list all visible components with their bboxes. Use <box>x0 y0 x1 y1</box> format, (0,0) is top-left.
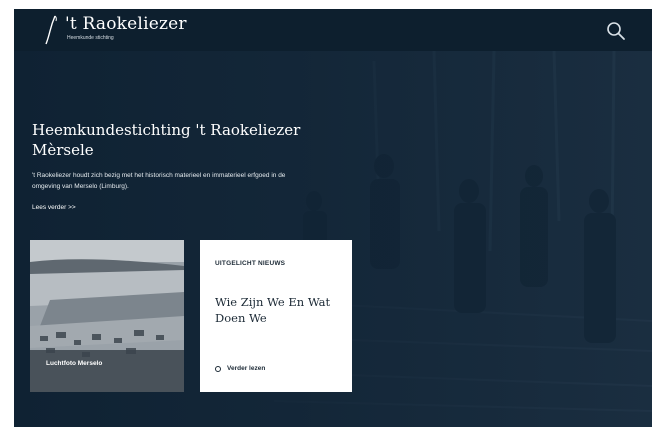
featured-news-card: UITGELICHT NIEUWS Wie Zijn We En Wat Doe… <box>200 240 352 392</box>
read-more-news-link[interactable]: Verder lezen <box>215 365 265 372</box>
logo-mark-icon <box>45 15 57 45</box>
aerial-photo-image <box>30 240 184 392</box>
featured-news-title[interactable]: Wie Zijn We En Wat Doen We <box>215 294 345 326</box>
search-icon[interactable] <box>606 21 626 41</box>
read-more-news-label: Verder lezen <box>227 365 266 372</box>
hero-heading-line2: Mèrsele <box>32 141 94 159</box>
bottom-notch <box>318 428 356 434</box>
circle-bullet-icon <box>215 365 221 372</box>
page-frame: 't Raokeliezer Heemkunde stichting Heemk… <box>14 9 652 427</box>
aerial-photo-card[interactable]: Luchtfoto Merselo <box>30 240 184 392</box>
hero-description: 't Raokeliezer houdt zich bezig met het … <box>32 172 286 190</box>
site-logo-title[interactable]: 't Raokeliezer <box>65 14 187 34</box>
hero-heading: Heemkundestichting 't Raokeliezer Mèrsel… <box>32 120 332 160</box>
featured-news-label: UITGELICHT NIEUWS <box>215 260 286 267</box>
read-more-link[interactable]: Lees verder >> <box>32 204 76 211</box>
site-header: 't Raokeliezer Heemkunde stichting <box>14 9 652 51</box>
aerial-photo-caption: Luchtfoto Merselo <box>46 360 103 367</box>
hero-heading-line1: Heemkundestichting 't Raokeliezer <box>32 121 301 139</box>
site-logo-subtitle: Heemkunde stichting <box>67 35 114 41</box>
